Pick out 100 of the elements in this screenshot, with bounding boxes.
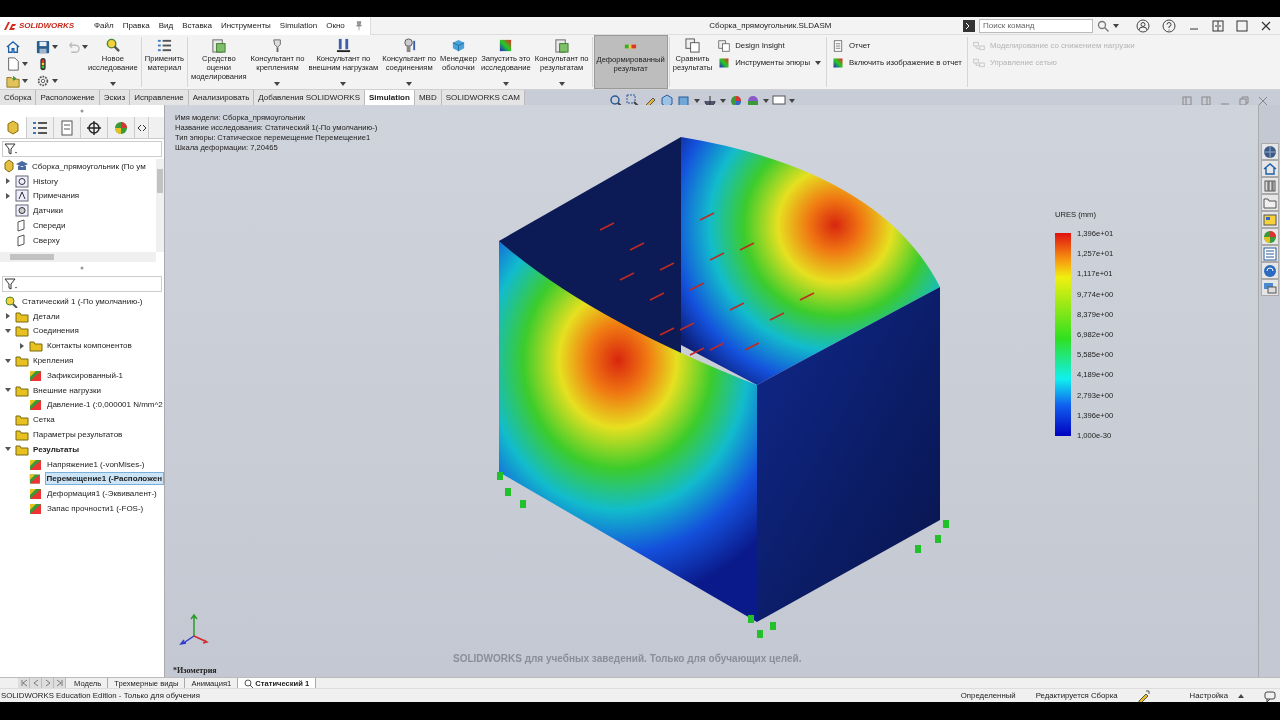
monitor-icon[interactable] (771, 93, 786, 108)
cube-icon (450, 38, 466, 53)
expand-arrow-icon[interactable] (18, 341, 26, 350)
menu-item[interactable]: Вид (158, 21, 174, 30)
tree-item[interactable]: Деформация1 (-Эквивалент-) (46, 488, 158, 500)
tree-item[interactable]: Запас прочности1 (-FOS-) (46, 503, 145, 515)
tree-item[interactable]: Внешние нагрузки (32, 384, 102, 396)
menu-item[interactable]: Окно (326, 21, 345, 30)
tree-item[interactable]: Статический 1 (-По умолчанию-) (21, 295, 144, 307)
tree-item[interactable]: Примечания (32, 190, 81, 202)
gear-icon[interactable] (36, 73, 50, 88)
command-tab[interactable]: Эскиз (99, 90, 131, 105)
splitter-handle-icon[interactable] (80, 266, 84, 270)
tree-item[interactable]: Крепления (32, 355, 75, 367)
filter-icon[interactable] (4, 278, 18, 290)
help-icon[interactable] (1162, 18, 1176, 33)
task-pane-tab[interactable] (1261, 211, 1279, 228)
task-pane-tab[interactable] (1261, 228, 1279, 245)
collapse-arrow-icon[interactable] (4, 357, 12, 364)
caret-icon[interactable] (719, 98, 726, 103)
rebuild-icon[interactable] (1137, 689, 1150, 702)
left-arrow-icon (19, 679, 28, 687)
plot-icon (29, 487, 43, 501)
menu-item[interactable]: Правка (122, 21, 150, 30)
tab-scroll-button[interactable] (54, 678, 66, 688)
task-pane-tab[interactable] (1261, 194, 1279, 211)
caret-icon[interactable] (693, 98, 700, 103)
tree-item[interactable]: Детали (32, 310, 61, 322)
zoom-fit-icon[interactable] (608, 93, 623, 108)
scene-icon[interactable] (745, 93, 760, 108)
command-tab[interactable]: Simulation (365, 90, 415, 105)
scroll-tabs-button[interactable] (135, 117, 149, 138)
view-orientation-icon[interactable] (676, 93, 691, 108)
caret-icon[interactable] (82, 44, 88, 49)
tree-item[interactable]: Соединения (32, 325, 80, 337)
filter-icon[interactable] (4, 143, 18, 155)
tree-item[interactable]: Перемещение1 (-Расположен (44, 472, 164, 486)
expand-arrow-icon[interactable] (4, 177, 12, 186)
appearance-icon[interactable] (728, 93, 743, 108)
pin-icon[interactable] (353, 20, 364, 31)
close-icon[interactable] (1260, 19, 1272, 32)
command-tab[interactable]: Добавления SOLIDWORKS (254, 90, 365, 105)
tree-item[interactable]: Параметры результатов (32, 429, 124, 441)
tree-item[interactable]: Результаты (32, 443, 81, 455)
command-tab[interactable]: Сборка (0, 90, 37, 105)
tile-icon[interactable] (1212, 19, 1224, 32)
command-tab[interactable]: SOLIDWORKS CAM (441, 90, 525, 105)
collapse-arrow-icon[interactable] (4, 446, 12, 453)
tab-scroll-button[interactable] (30, 678, 42, 688)
task-pane-tab[interactable] (1261, 245, 1279, 262)
search-field[interactable]: Поиск команд (979, 18, 1093, 33)
menu-item[interactable]: Simulation (279, 21, 318, 30)
section-view-icon[interactable] (659, 93, 674, 108)
menu-item[interactable]: Вставка (182, 21, 212, 30)
caret-icon[interactable] (52, 78, 58, 83)
caret-icon[interactable] (788, 98, 795, 103)
tree-item[interactable]: Спереди (32, 220, 67, 232)
tree-item[interactable]: Сверху (32, 234, 61, 246)
splitter-handle-icon[interactable] (80, 109, 84, 113)
tree-item[interactable]: Сетка (32, 414, 56, 426)
tree-item[interactable]: Напряжение1 (-vonMises-) (46, 458, 146, 470)
user-icon[interactable] (1136, 18, 1150, 33)
collapse-arrow-icon[interactable] (4, 328, 12, 334)
save-icon[interactable] (36, 39, 50, 54)
horizontal-scrollbar[interactable] (0, 252, 156, 262)
home-icon[interactable] (6, 39, 20, 54)
tree-item[interactable]: Контакты компонентов (46, 340, 133, 352)
task-pane-tab[interactable] (1261, 262, 1279, 279)
vertical-scrollbar[interactable] (156, 159, 164, 252)
tab-scroll-button[interactable] (42, 678, 54, 688)
task-pane-tab[interactable] (1261, 160, 1279, 177)
zoom-area-icon[interactable] (625, 93, 640, 108)
documents-icon (684, 38, 700, 53)
menu-item[interactable]: Файл (94, 21, 114, 30)
caret-icon[interactable] (52, 44, 58, 49)
tree-item[interactable]: Датчики (32, 205, 64, 217)
caret-icon[interactable] (22, 78, 28, 83)
caret-icon[interactable] (762, 98, 769, 103)
collapse-arrow-icon[interactable] (4, 387, 12, 394)
task-pane-tab[interactable] (1261, 143, 1279, 160)
configuration-icon (59, 119, 75, 136)
expand-arrow-icon[interactable] (4, 312, 12, 321)
command-tab[interactable]: MBD (414, 90, 442, 105)
command-tab[interactable]: Исправление (130, 90, 189, 105)
caret-icon[interactable] (22, 61, 28, 66)
window-title: Сборка_прямоугольник.SLDASM (708, 21, 833, 30)
task-pane-tab[interactable] (1261, 177, 1279, 194)
chat-icon[interactable] (1264, 689, 1276, 702)
expand-arrow-icon[interactable] (4, 192, 12, 200)
tree-item[interactable]: Давление-1 (:0,000001 N/mm^2 (46, 399, 164, 411)
property-list-icon (32, 119, 48, 136)
command-tab[interactable]: Анализировать (188, 90, 255, 105)
maximize-icon[interactable] (1236, 19, 1248, 32)
task-pane-tab[interactable] (1261, 279, 1279, 296)
document-icon[interactable] (6, 56, 20, 71)
tree-item[interactable]: Сборка_прямоугольник (По ум (31, 160, 147, 172)
tree-item[interactable]: Зафиксированный-1 (46, 369, 125, 381)
menu-item[interactable]: Инструменты (220, 21, 271, 30)
tree-item[interactable]: History (32, 175, 59, 187)
command-tab[interactable]: Расположение (36, 90, 100, 105)
